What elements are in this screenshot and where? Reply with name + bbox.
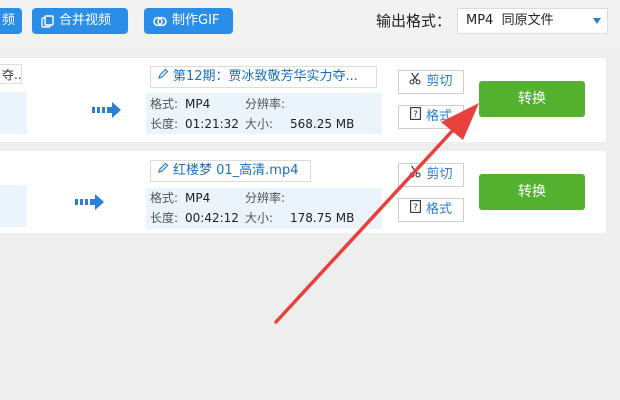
cut-button[interactable]: 剪切 [398,163,464,187]
format-value: MP4 [185,191,211,205]
format-value: MP4 [185,97,211,111]
size-value: 568.25 MB [290,117,355,131]
edit-icon [157,67,169,87]
size-value: 178.75 MB [290,211,355,225]
edit-icon [157,161,169,181]
cut-button[interactable]: 剪切 [398,70,464,94]
source-preview [0,92,27,134]
scissors-icon [409,164,422,186]
duration-label: 长度: [150,211,179,225]
format-button-label: 格式 [425,202,452,217]
convert-button[interactable]: 转换 [479,81,585,117]
cut-label: 剪切 [426,167,453,182]
file-info: 格式: MP4 分辨率: 长度: 00:42:12 大小: 178.75 MB [146,188,382,229]
duration-label: 长度: [150,117,179,131]
question-file-icon: ? [410,199,421,221]
convert-button[interactable]: 转换 [479,174,585,210]
convert-arrow-icon [92,102,121,118]
format-button-label: 格式 [425,109,452,124]
output-name-field[interactable]: 红楼梦 01_高清.mp4 [150,160,311,182]
merge-video-label: 合并视频 [59,13,112,28]
file-row: 红楼梦 01_高清.mp4 格式: MP4 分辨率: 长度: 00:42:12 … [0,151,606,233]
merge-video-button[interactable]: 合并视频 [32,8,128,34]
size-label: 大小: [245,117,274,131]
size-label: 大小: [245,211,274,225]
format-label: 格式: [150,97,179,111]
output-format-value: MP4 同原文件 [466,13,554,28]
output-name-field[interactable]: 第12期：贾冰致敬芳华实力夺... [150,66,377,88]
format-label: 格式: [150,191,179,205]
output-name: 第12期：贾冰致敬芳华实力夺... [173,69,358,84]
svg-text:?: ? [413,110,418,120]
partial-button-label: 频 [2,13,16,28]
output-name: 红楼梦 01_高清.mp4 [173,163,299,178]
chevron-down-icon [593,18,601,24]
output-format-label: 输出格式： [376,12,452,30]
merge-icon [41,14,54,28]
file-info: 格式: MP4 分辨率: 长度: 01:21:32 大小: 568.25 MB [146,93,382,134]
resolution-label: 分辨率: [245,191,286,205]
question-file-icon: ? [410,106,421,128]
duration-value: 01:21:32 [185,117,239,131]
make-gif-button[interactable]: 制作GIF [144,8,233,34]
scissors-icon [409,71,422,93]
file-row: 夺... 第12期：贾冰致敬芳华实力夺... 格式: MP4 分辨率: 长度: … [0,58,606,142]
svg-text:?: ? [413,203,418,213]
output-format-select[interactable]: MP4 同原文件 [457,8,608,34]
resolution-label: 分辨率: [245,97,286,111]
source-preview [0,185,27,227]
toolbar: 频 合并视频 制作GIF 输出格式： MP4 同原文件 [0,0,620,48]
duration-value: 00:42:12 [185,211,239,225]
make-gif-label: 制作GIF [172,13,220,28]
format-settings-button[interactable]: ? 格式 [398,198,464,222]
partial-toolbar-button[interactable]: 频 [0,8,22,34]
gif-icon [153,15,167,28]
convert-arrow-icon [75,194,104,210]
source-name-tag: 夺... [0,64,22,84]
cut-label: 剪切 [426,74,453,89]
format-settings-button[interactable]: ? 格式 [398,105,464,129]
